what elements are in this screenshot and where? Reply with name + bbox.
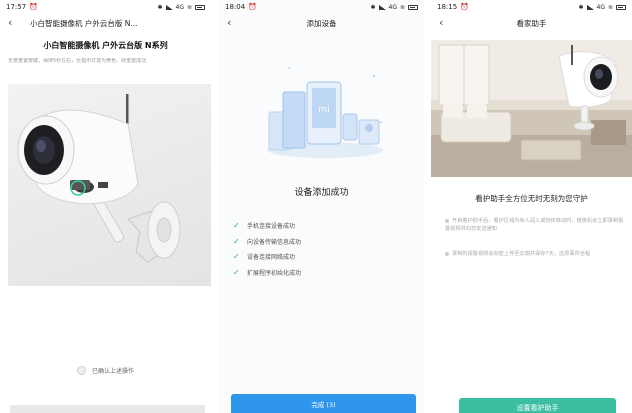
checkmark-icon: ✓ (233, 267, 240, 277)
confirm-label: 已确认上述操作 (91, 368, 134, 375)
wifi-icon: ≋ (186, 3, 192, 11)
back-arrow-icon[interactable]: ‹ (439, 16, 443, 30)
bluetooth-icon: ✱ (370, 3, 376, 11)
confirm-checkbox[interactable] (76, 366, 86, 375)
back-arrow-icon[interactable]: ‹ (8, 16, 12, 30)
list-item: ✓ 扩展程序初始化成功 (233, 265, 301, 281)
checkmark-icon: ✓ (233, 236, 240, 246)
signal-icon (378, 4, 386, 10)
bullet-icon (445, 251, 449, 256)
wifi-icon: ≋ (399, 3, 405, 11)
nav-title: 看家助手 (516, 18, 547, 28)
nav-title: 小白智能摄像机 户外云台版 N... (30, 18, 138, 28)
status-time: 18:04 (225, 3, 246, 11)
setup-guard-button[interactable]: 设置看护助手 (459, 398, 616, 413)
page-title: 小白智能摄像机 户外云台版 N系列 (43, 41, 168, 50)
nav-title: 添加设备 (306, 18, 337, 28)
success-title: 设备添加成功 (294, 188, 349, 198)
nav-bar: ‹ 看家助手 (431, 14, 632, 32)
list-item: ✓ 手机连接设备成功 (233, 218, 301, 234)
network-type: 4G (175, 3, 184, 11)
bullet-text: 开启看护助手后，看护区域内有人闯入或物体移动时，摄像机会立即录制报警视频并向您发… (445, 218, 624, 232)
network-type: 4G (388, 3, 397, 11)
nav-bar: ‹ 添加设备 (219, 14, 424, 32)
battery-icon (195, 4, 205, 10)
reset-instructions-screen: 17:57 ⏰ ✱ 4G ≋ ‹ 小白智能摄像机 户外云台版 N... 小白智能… (0, 0, 211, 413)
list-item: ✓ 向设备传输信息成功 (233, 234, 301, 250)
done-button[interactable]: 完成 (3) (231, 394, 416, 413)
home-guard-screen: 18:15 ⏰ ✱ 4G ≋ ‹ 看家助手 看护助手全方位无时无刻为您守护 开启… (431, 0, 632, 413)
back-arrow-icon[interactable]: ‹ (227, 16, 231, 30)
alarm-icon: ⏰ (29, 3, 38, 11)
nav-bar: ‹ 小白智能摄像机 户外云台版 N... (0, 14, 211, 32)
guard-heading: 看护助手全方位无时无刻为您守护 (475, 194, 588, 203)
next-button[interactable] (10, 405, 205, 413)
alarm-icon: ⏰ (460, 3, 469, 11)
list-item: 开启看护助手后，看护区域内有人闯入或物体移动时，摄像机会立即录制报警视频并向您发… (445, 218, 625, 233)
reset-instruction-text: 长按重置按键，保持5秒左右，至指示灯变为黄色，即重置成功 (8, 58, 147, 64)
battery-icon (616, 4, 626, 10)
status-bar: 17:57 ⏰ ✱ 4G ≋ (0, 0, 211, 14)
smart-devices-illustration: mi (259, 62, 389, 162)
checkmark-icon: ✓ (233, 252, 240, 262)
bluetooth-icon: ✱ (157, 3, 163, 11)
status-time: 18:15 (437, 3, 458, 11)
progress-steps: ✓ 手机连接设备成功 ✓ 向设备传输信息成功 ✓ 设备连接网络成功 ✓ 扩展程序… (233, 218, 301, 280)
wifi-icon: ≋ (607, 3, 613, 11)
list-item: 录制的报警视频会加密上传至云端并保存7天，还原事件全程 (445, 251, 625, 259)
step-label: 扩展程序初始化成功 (247, 269, 302, 277)
camera-reset-photo (8, 84, 211, 286)
step-label: 手机连接设备成功 (247, 223, 296, 231)
alarm-icon: ⏰ (248, 3, 257, 11)
battery-icon (408, 4, 418, 10)
status-bar: 18:15 ⏰ ✱ 4G ≋ (431, 0, 632, 14)
living-room-camera-photo (431, 40, 632, 177)
bullet-icon (445, 218, 449, 223)
network-type: 4G (596, 3, 605, 11)
svg-text:mi: mi (318, 105, 329, 115)
bullet-text: 录制的报警视频会加密上传至云端并保存7天，还原事件全程 (452, 251, 591, 257)
signal-icon (165, 4, 173, 10)
bluetooth-icon: ✱ (578, 3, 584, 11)
status-time: 17:57 (6, 3, 27, 11)
checkmark-icon: ✓ (233, 221, 240, 231)
confirm-operation[interactable]: 已确认上述操作 (0, 366, 211, 375)
step-label: 设备连接网络成功 (247, 254, 296, 262)
device-added-screen: 18:04 ⏰ ✱ 4G ≋ ‹ 添加设备 mi 设备添加成功 ✓ 手机连接设备… (219, 0, 424, 413)
list-item: ✓ 设备连接网络成功 (233, 249, 301, 265)
step-label: 向设备传输信息成功 (247, 238, 302, 246)
signal-icon (586, 4, 594, 10)
status-bar: 18:04 ⏰ ✱ 4G ≋ (219, 0, 424, 14)
